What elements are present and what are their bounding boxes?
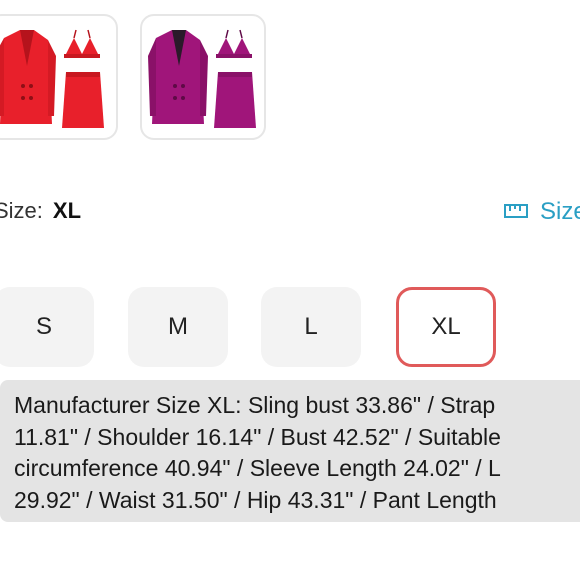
size-option-label: XL [431,313,461,340]
size-guide-label: Size [540,198,580,225]
description-line: 29.92" / Waist 31.50" / Hip 43.31" / Pan… [14,486,497,513]
size-guide-link[interactable]: Size [504,198,580,226]
size-option-label: L [304,313,318,340]
size-option-label: S [35,313,52,340]
size-label: Size: XL [0,198,81,224]
description-line: 11.81" / Shoulder 16.14" / Bust 42.52" /… [14,423,501,450]
size-option-s[interactable]: S [0,287,94,367]
ruler-icon [504,198,528,226]
selected-size-value: XL [52,198,82,223]
size-label-text: Size: [0,198,43,223]
description-line: circumference 40.94" / Sleeve Length 24.… [14,455,501,481]
size-description: Manufacturer Size XL: Sling bust 33.86" … [0,380,580,522]
purple-suit-set-image [148,29,256,128]
size-option-label: M [168,313,188,340]
size-option-l[interactable]: L [261,287,361,367]
thumbnail-red-set[interactable] [0,14,118,140]
size-option-m[interactable]: M [128,287,228,367]
size-option-xl[interactable]: XL [396,287,496,367]
thumbnail-purple-set[interactable] [140,14,266,140]
red-suit-set-image [0,29,104,128]
description-line: Manufacturer Size XL: Sling bust 33.86" … [14,392,496,418]
